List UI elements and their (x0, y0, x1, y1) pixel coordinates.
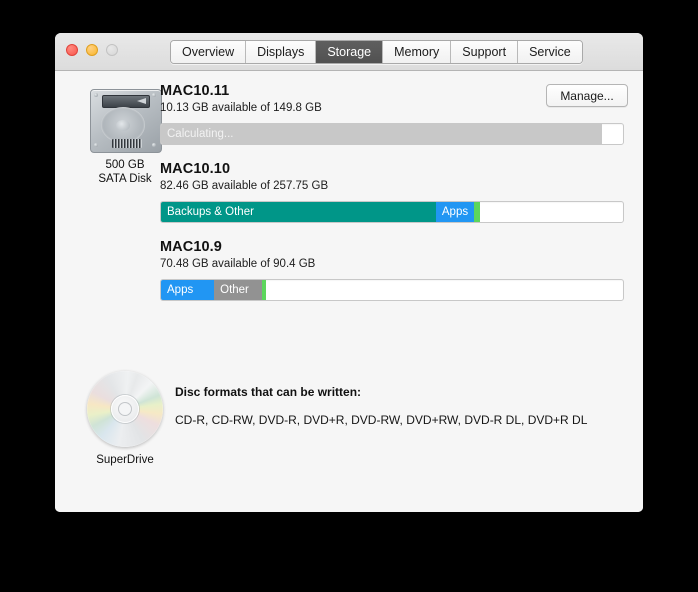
capacity-segment (266, 280, 623, 300)
volume-row: MAC10.11 10.13 GB available of 149.8 GB Ma… (160, 83, 628, 145)
tab-service[interactable]: Service (518, 41, 582, 63)
optical-drive-name: SuperDrive (96, 454, 154, 466)
about-this-mac-window: Overview Displays Storage Memory Support Serv… (55, 33, 643, 512)
traffic-light-group (66, 44, 118, 56)
tab-memory[interactable]: Memory (383, 41, 452, 63)
capacity-segment: Other (214, 280, 263, 300)
volume-name: MAC10.9 (160, 239, 222, 255)
capacity-segment-label: Other (220, 284, 249, 296)
tab-support[interactable]: Support (451, 41, 519, 63)
tab-displays[interactable]: Displays (246, 41, 317, 63)
hard-disk-icon (90, 89, 162, 153)
capacity-segment-label: Apps (167, 284, 194, 296)
volume-name: MAC10.10 (160, 161, 231, 177)
optical-drive-summary: SuperDrive (75, 371, 175, 466)
volume-available-text: 70.48 GB available of 90.4 GB (160, 258, 316, 270)
window-titlebar: Overview Displays Storage Memory Support Serv… (55, 33, 643, 71)
manage-button[interactable]: Manage... (546, 84, 628, 107)
capacity-bar: Backups & Other Apps (160, 201, 624, 223)
capacity-bar: Apps Other (160, 279, 624, 301)
volume-list: MAC10.11 10.13 GB available of 149.8 GB Ma… (160, 83, 628, 317)
disc-formats-title: Disc formats that can be written: (175, 385, 362, 399)
optical-disc-icon (87, 371, 163, 447)
capacity-segment: Apps (161, 280, 215, 300)
close-window-button[interactable] (66, 44, 78, 56)
volume-available-text: 82.46 GB available of 257.75 GB (160, 180, 329, 192)
disc-formats-block: Disc formats that can be written: CD-R, … (175, 385, 643, 427)
capacity-segment: Calculating... (161, 124, 603, 144)
capacity-segment-label: Apps (441, 206, 469, 218)
tab-storage[interactable]: Storage (316, 41, 384, 63)
capacity-segment-label: Backups & Other (167, 206, 254, 218)
capacity-segment (602, 124, 623, 144)
capacity-segment: Apps (435, 202, 474, 222)
minimize-window-button[interactable] (86, 44, 98, 56)
capacity-segment-label: Calculating... (167, 128, 234, 140)
disc-formats-list: CD-R, CD-RW, DVD-R, DVD+R, DVD-RW, DVD+R… (175, 413, 588, 427)
volume-row: MAC10.10 82.46 GB available of 257.75 GB B… (160, 161, 628, 223)
capacity-bar: Calculating... (160, 123, 624, 145)
tab-bar: Overview Displays Storage Memory Support Serv… (170, 40, 583, 64)
volume-row: MAC10.9 70.48 GB available of 90.4 GB Apps… (160, 239, 628, 301)
storage-pane: 500 GB SATA Disk MAC10.11 10.13 GB availa… (55, 71, 643, 512)
capacity-segment (480, 202, 623, 222)
zoom-window-button (106, 44, 118, 56)
tab-overview[interactable]: Overview (171, 41, 247, 63)
screen-backdrop: Overview Displays Storage Memory Support Serv… (0, 0, 698, 592)
capacity-segment: Backups & Other (161, 202, 436, 222)
